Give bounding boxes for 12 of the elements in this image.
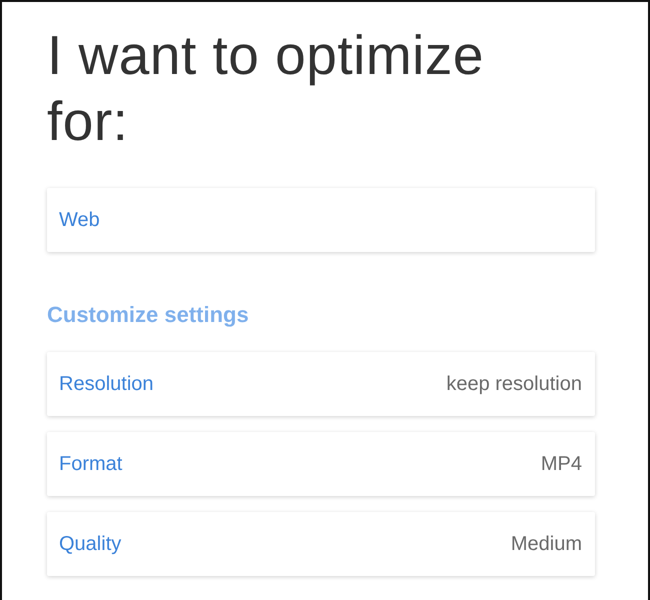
setting-label: Format <box>59 452 122 476</box>
page-title: I want to optimize for: <box>47 23 485 154</box>
setting-label: Quality <box>59 532 122 556</box>
setting-value: keep resolution <box>446 372 582 396</box>
setting-row[interactable]: Resolution keep resolution <box>47 352 595 416</box>
section-heading: Customize settings <box>47 302 250 328</box>
setting-value: Medium <box>510 532 582 556</box>
setting-row[interactable]: Format MP4 <box>47 432 595 496</box>
setting-value: MP4 <box>540 452 582 476</box>
setting-label: Resolution <box>59 372 154 396</box>
target-option[interactable]: Web <box>47 188 595 252</box>
setting-row[interactable]: Quality Medium <box>47 512 595 576</box>
